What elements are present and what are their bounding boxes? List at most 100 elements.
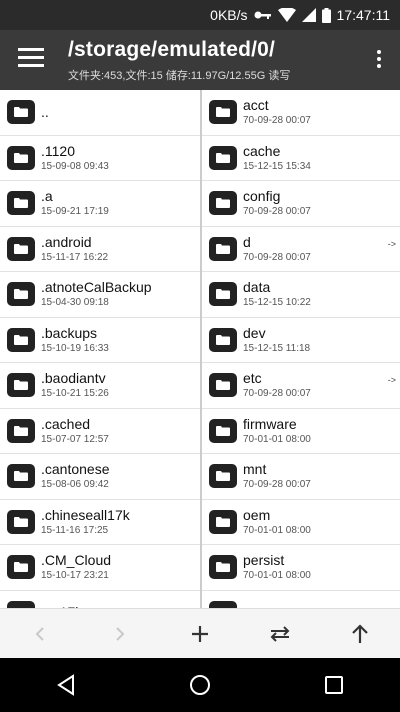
add-button[interactable] — [160, 609, 240, 658]
file-date: 15-07-07 12:57 — [41, 433, 109, 445]
file-list-item[interactable]: d 70-09-28 00:07 -> — [202, 227, 400, 272]
menu-icon[interactable] — [18, 48, 44, 72]
key-icon — [254, 10, 272, 20]
file-list-item[interactable]: oem 70-01-01 08:00 — [202, 500, 400, 545]
file-date: 15-08-06 09:42 — [41, 479, 109, 491]
file-name: .backups — [41, 324, 98, 341]
file-name: etc — [243, 370, 262, 387]
swap-panes-button[interactable] — [240, 609, 320, 658]
file-name: .android — [41, 233, 92, 250]
file-list-item[interactable]: .. — [0, 90, 200, 136]
wifi-icon — [277, 8, 296, 22]
file-name: .1120 — [41, 142, 75, 159]
folder-icon — [209, 327, 237, 352]
file-date: 70-01-01 08:00 — [243, 433, 311, 445]
file-name: data — [243, 279, 271, 296]
folder-icon — [7, 600, 35, 608]
nav-home-icon[interactable] — [189, 674, 211, 696]
file-date: 15-04-30 09:18 — [41, 297, 109, 309]
file-list-item[interactable]: persist 70-01-01 08:00 — [202, 545, 400, 591]
network-speed: 0KB/s — [210, 7, 248, 23]
chevron-left-icon — [35, 626, 44, 641]
folder-icon — [209, 418, 237, 443]
file-date: 15-12-15 11:18 — [243, 342, 311, 354]
file-list-item[interactable]: .baodiantv 15-10-21 15:26 — [0, 363, 200, 409]
file-list-item[interactable]: .chineseall17k 15-11-16 17:25 — [0, 500, 200, 545]
forward-button[interactable] — [80, 609, 160, 658]
left-file-pane[interactable]: .. .1120 15-09-08 09:43 .a 15-09-21 17:19 .an… — [0, 90, 202, 608]
dual-pane-file-lists: .. .1120 15-09-08 09:43 .a 15-09-21 17:19 .an… — [0, 90, 400, 608]
parent-folder-button[interactable] — [320, 609, 400, 658]
folder-icon — [7, 191, 35, 216]
plus-icon — [192, 625, 208, 642]
file-list-item[interactable]: etc 70-09-28 00:07 -> — [202, 363, 400, 409]
folder-icon — [209, 600, 237, 608]
file-list-item[interactable]: config 70-09-28 00:07 — [202, 181, 400, 227]
file-list-item[interactable]: proc — [202, 591, 400, 608]
file-date: 15-09-21 17:19 — [41, 206, 109, 218]
file-name: .baodiantv — [41, 370, 106, 387]
file-name: persist — [243, 552, 285, 569]
file-date: 15-09-08 09:43 — [41, 160, 109, 172]
folder-icon — [209, 555, 237, 580]
file-date: 15-10-19 16:33 — [41, 342, 109, 354]
file-list-item[interactable]: .a 15-09-21 17:19 — [0, 181, 200, 227]
file-date: 70-01-01 08:00 — [243, 524, 311, 536]
symlink-indicator: -> — [387, 375, 396, 385]
file-list-item[interactable]: .backups 15-10-19 16:33 — [0, 318, 200, 363]
file-list-item[interactable]: firmware 70-01-01 08:00 — [202, 409, 400, 454]
file-list-item[interactable]: .cached 15-07-07 12:57 — [0, 409, 200, 454]
folder-icon — [7, 145, 35, 170]
file-date: 15-12-15 10:22 — [243, 297, 311, 309]
file-name: .CM_Cloud — [41, 552, 112, 569]
file-date: 70-09-28 00:07 — [243, 479, 311, 491]
file-name: .a — [41, 188, 53, 205]
folder-icon — [7, 555, 35, 580]
arrow-up-icon — [352, 623, 368, 643]
file-name: dev — [243, 324, 266, 341]
bottom-toolbar — [0, 608, 400, 658]
file-list-item[interactable]: .CM_Cloud 15-10-17 23:21 — [0, 545, 200, 591]
file-list-item[interactable]: .android 15-11-17 16:22 — [0, 227, 200, 272]
back-button[interactable] — [0, 609, 80, 658]
more-options-icon[interactable] — [376, 50, 382, 71]
file-list-item[interactable]: .cantonese 15-08-06 09:42 — [0, 454, 200, 500]
folder-icon — [7, 282, 35, 307]
file-list-item[interactable]: dev 15-12-15 11:18 — [202, 318, 400, 363]
symlink-indicator: -> — [387, 238, 396, 249]
file-list-item[interactable]: .1120 15-09-08 09:43 — [0, 136, 200, 181]
nav-recents-icon[interactable] — [324, 675, 344, 695]
file-list-item[interactable]: .cn17k — [0, 591, 200, 608]
file-list-item[interactable]: .atnoteCalBackup 15-04-30 09:18 — [0, 272, 200, 318]
file-date: 15-10-17 23:21 — [41, 570, 109, 582]
folder-icon — [209, 191, 237, 216]
system-nav-bar — [0, 658, 400, 712]
swap-icon — [270, 625, 290, 642]
nav-back-icon[interactable] — [56, 674, 76, 696]
file-name: mnt — [243, 461, 267, 478]
file-date: 70-09-28 00:07 — [243, 206, 311, 218]
current-path: /storage/emulated/0/ — [68, 38, 276, 61]
signal-icon — [301, 8, 316, 22]
folder-icon — [209, 464, 237, 489]
file-date: 70-01-01 08:00 — [243, 570, 311, 582]
file-name: .chineseall17k — [41, 506, 130, 523]
folder-icon — [7, 418, 35, 443]
file-date: 70-09-28 00:07 — [243, 251, 311, 263]
file-list-item[interactable]: mnt 70-09-28 00:07 — [202, 454, 400, 500]
status-bar: 0KB/s 17:47:11 — [0, 0, 400, 30]
folder-icon — [7, 236, 35, 261]
folder-icon — [209, 100, 237, 125]
file-date: 15-11-17 16:22 — [41, 251, 109, 263]
right-file-pane[interactable]: acct 70-09-28 00:07 cache 15-12-15 15:34 con… — [202, 90, 400, 608]
folder-icon — [7, 373, 35, 398]
file-list-item[interactable]: cache 15-12-15 15:34 — [202, 136, 400, 181]
file-list-item[interactable]: data 15-12-15 10:22 — [202, 272, 400, 318]
folder-icon — [7, 464, 35, 489]
file-list-item[interactable]: acct 70-09-28 00:07 — [202, 90, 400, 136]
file-name: .cached — [41, 415, 91, 432]
folder-icon — [209, 145, 237, 170]
file-name: .cantonese — [41, 461, 110, 478]
file-name: cache — [243, 142, 281, 159]
file-name: config — [243, 188, 281, 205]
